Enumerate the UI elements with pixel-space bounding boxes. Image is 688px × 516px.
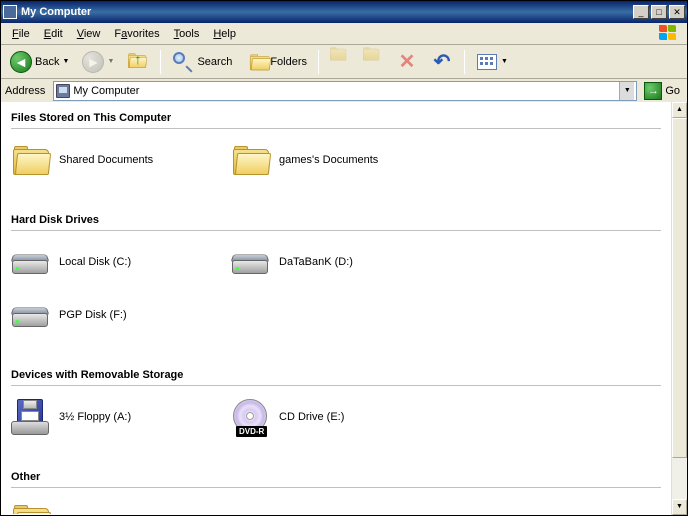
undo-icon: ↶ — [431, 51, 453, 73]
address-dropdown-icon[interactable]: ▼ — [619, 82, 634, 100]
copyto-icon — [363, 53, 383, 71]
address-label: Address — [5, 85, 49, 97]
scroll-up-button[interactable]: ▲ — [672, 102, 687, 118]
computer-icon — [56, 84, 70, 98]
item-label: Local Disk (C:) — [59, 256, 131, 268]
item-label: 3½ Floppy (A:) — [59, 411, 131, 423]
address-value: My Computer — [73, 85, 616, 97]
forward-icon: ► — [82, 51, 104, 73]
item-databank-d[interactable]: DaTaBanK (D:) — [231, 243, 451, 281]
group-header-removable: Devices with Removable Storage — [11, 367, 661, 386]
moveto-button — [325, 50, 355, 74]
back-icon: ◄ — [10, 51, 32, 73]
minimize-button[interactable]: _ — [633, 5, 649, 19]
window-title: My Computer — [21, 6, 631, 18]
scroll-thumb[interactable] — [672, 118, 687, 458]
folder-icon — [11, 500, 51, 514]
menu-help[interactable]: Help — [206, 26, 243, 42]
group-header-hdd: Hard Disk Drives — [11, 212, 661, 231]
menu-view[interactable]: View — [70, 26, 108, 42]
item-shared-documents[interactable]: Shared Documents — [11, 141, 231, 179]
menu-file[interactable]: File — [5, 26, 37, 42]
hdd-icon — [11, 243, 51, 281]
item-floppy-a[interactable]: 3½ Floppy (A:) — [11, 398, 231, 436]
windows-logo — [659, 25, 683, 43]
item-label: Shared Documents — [59, 154, 153, 166]
menu-edit[interactable]: Edit — [37, 26, 70, 42]
cd-badge: DVD-R — [236, 426, 267, 437]
menu-bar: File Edit View Favorites Tools Help — [1, 23, 687, 45]
delete-button: ✕ — [391, 48, 423, 76]
cd-icon: DVD-R — [231, 398, 271, 436]
vertical-scrollbar[interactable]: ▲ ▼ — [671, 102, 687, 515]
item-label: CD Drive (E:) — [279, 411, 344, 423]
folder-icon — [11, 141, 51, 179]
back-dropdown-icon[interactable]: ▼ — [62, 58, 69, 65]
search-label: Search — [197, 56, 232, 68]
search-icon — [172, 51, 194, 73]
folders-label: Folders — [270, 56, 307, 68]
forward-dropdown-icon: ▼ — [107, 58, 114, 65]
app-icon — [3, 5, 17, 19]
go-label: Go — [665, 85, 680, 97]
item-label: games's Documents — [279, 154, 378, 166]
maximize-button[interactable]: □ — [651, 5, 667, 19]
views-button[interactable]: ▼ — [471, 48, 513, 76]
menu-tools[interactable]: Tools — [167, 26, 207, 42]
folders-icon — [245, 51, 267, 73]
floppy-icon — [11, 398, 51, 436]
back-label: Back — [35, 56, 59, 68]
item-label: DaTaBanK (D:) — [279, 256, 353, 268]
folder-icon — [231, 141, 271, 179]
close-button[interactable]: ✕ — [669, 5, 685, 19]
copyto-button — [358, 50, 388, 74]
item-cd-drive-e[interactable]: DVD-R CD Drive (E:) — [231, 398, 451, 436]
item-games-documents[interactable]: games's Documents — [231, 141, 451, 179]
views-dropdown-icon[interactable]: ▼ — [501, 58, 508, 65]
hdd-icon — [11, 296, 51, 334]
delete-icon: ✕ — [396, 51, 418, 73]
go-button[interactable]: → Go — [641, 81, 683, 101]
back-button[interactable]: ◄ Back ▼ — [5, 48, 74, 76]
item-label: PGP Disk (F:) — [59, 309, 127, 321]
scroll-down-button[interactable]: ▼ — [672, 499, 687, 515]
item-local-disk-c[interactable]: Local Disk (C:) — [11, 243, 231, 281]
address-input[interactable]: My Computer ▼ — [53, 81, 637, 101]
folders-button[interactable]: Folders — [240, 48, 312, 76]
content-area: Files Stored on This Computer Shared Doc… — [1, 102, 671, 515]
up-button[interactable]: ↑ — [122, 48, 154, 76]
search-button[interactable]: Search — [167, 48, 237, 76]
undo-button[interactable]: ↶ — [426, 48, 458, 76]
group-header-other: Other — [11, 469, 661, 488]
scroll-track[interactable] — [672, 118, 687, 499]
address-bar: Address My Computer ▼ → Go — [1, 79, 687, 103]
views-icon — [476, 51, 498, 73]
hdd-icon — [231, 243, 271, 281]
menu-favorites[interactable]: Favorites — [107, 26, 166, 42]
title-bar: My Computer _ □ ✕ — [1, 1, 687, 23]
go-icon: → — [644, 82, 662, 100]
forward-button: ► ▼ — [77, 48, 119, 76]
group-header-files: Files Stored on This Computer — [11, 110, 661, 129]
item-pgp-disk-f[interactable]: PGP Disk (F:) — [11, 296, 231, 334]
toolbar: ◄ Back ▼ ► ▼ ↑ Search Folders ✕ ↶ ▼ — [1, 45, 687, 79]
up-folder-icon: ↑ — [127, 51, 149, 73]
moveto-icon — [330, 53, 350, 71]
item-other-partial[interactable] — [11, 500, 231, 514]
